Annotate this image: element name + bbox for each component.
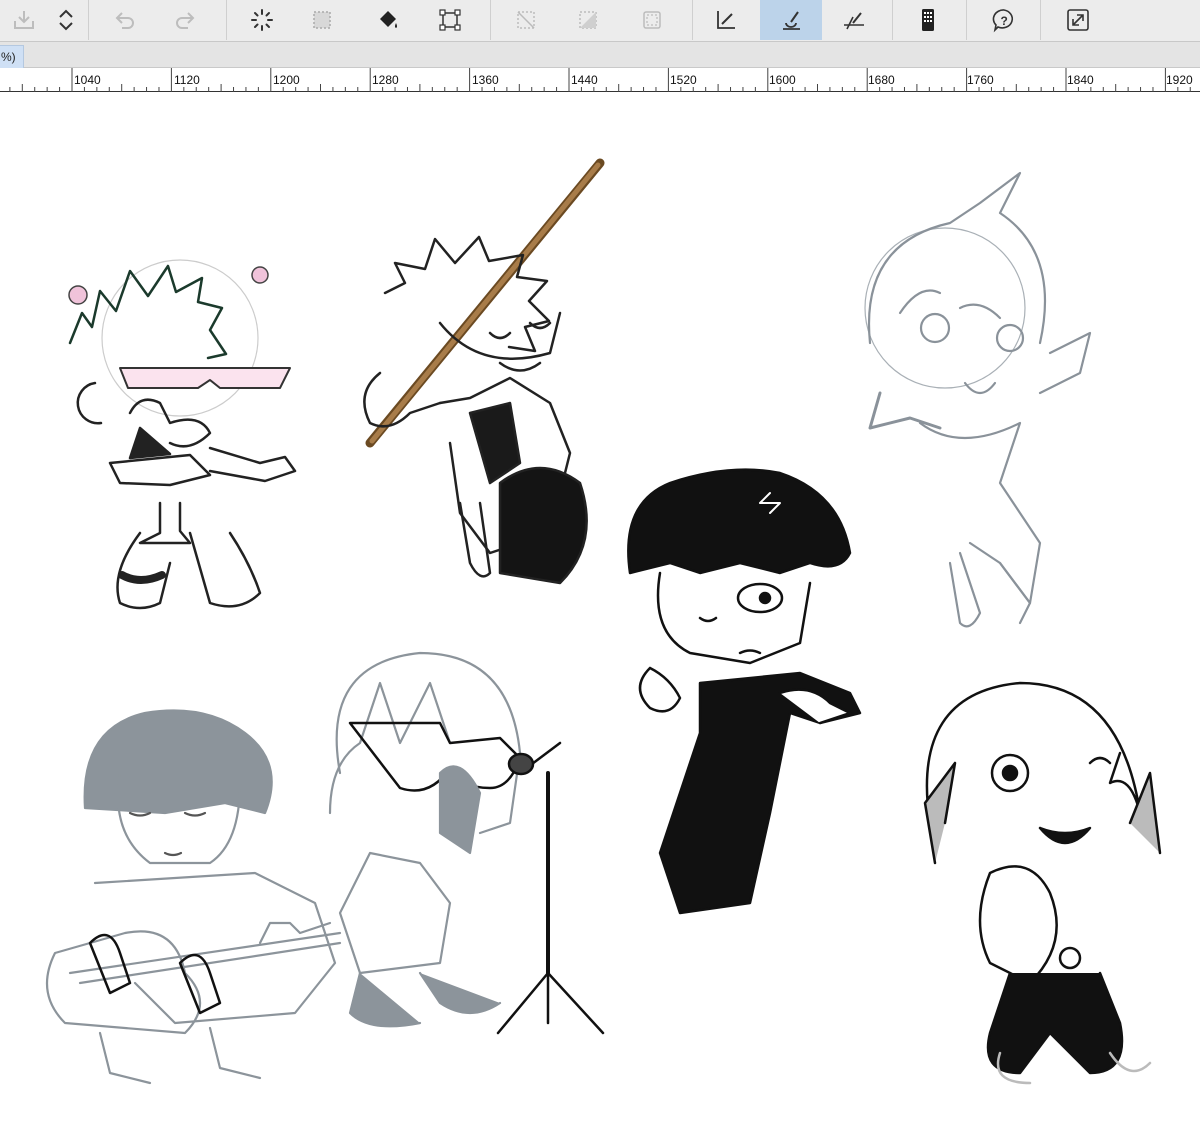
- device-icon: [922, 9, 934, 31]
- sketch-sword-boy: [363, 158, 605, 585]
- help-button[interactable]: ?: [984, 0, 1024, 40]
- ruler-label: 1920: [1166, 73, 1193, 87]
- ruler-label: 1680: [868, 73, 895, 87]
- toolbar-divider: [490, 0, 491, 40]
- processing-button[interactable]: [242, 0, 282, 40]
- updown-arrows-icon: [59, 9, 73, 31]
- canvas-artwork: [45, 158, 1162, 1085]
- perspective-ruler-button[interactable]: [834, 0, 874, 40]
- horizontal-ruler: 1040 1120 1200 1280 1360 1440 1520 1600 …: [0, 68, 1200, 92]
- invert-selection-button[interactable]: [568, 0, 608, 40]
- perspective-ruler-icon: [844, 12, 864, 30]
- toolbar-divider: [892, 0, 893, 40]
- fill-bucket-icon: [380, 11, 397, 28]
- ruler-button[interactable]: [706, 0, 746, 40]
- help-icon: ?: [992, 9, 1014, 33]
- undo-icon: [115, 12, 134, 29]
- document-tab-bar: %): [0, 42, 1200, 68]
- toolbar-divider: [226, 0, 227, 40]
- transform-icon: [439, 9, 461, 31]
- ruler-label: 1760: [967, 73, 994, 87]
- ruler-label: 1040: [74, 73, 101, 87]
- toggle-button[interactable]: [46, 0, 86, 40]
- sketch-gray-girl: [864, 171, 1092, 628]
- sketch-black-hair-boy: [627, 468, 862, 915]
- ruler-pen-icon: [717, 11, 735, 29]
- sketch-smiling-girl: [923, 681, 1162, 1085]
- drawing-canvas[interactable]: [0, 93, 1200, 1135]
- select-all-button[interactable]: [632, 0, 672, 40]
- ruler-label: 1280: [372, 73, 399, 87]
- fill-button[interactable]: [368, 0, 408, 40]
- clear-selection-button[interactable]: [506, 0, 546, 40]
- ruler-label: 1600: [769, 73, 796, 87]
- redo-button[interactable]: [166, 0, 206, 40]
- save-icon: [14, 11, 34, 29]
- document-tab[interactable]: %): [0, 45, 24, 68]
- device-button[interactable]: [908, 0, 948, 40]
- brush-snap-icon: [783, 11, 800, 30]
- toolbar-divider: [692, 0, 693, 40]
- fullscreen-button[interactable]: [1058, 0, 1098, 40]
- ruler-label: 1360: [472, 73, 499, 87]
- sketch-glasses-boy: [68, 259, 297, 610]
- toolbar-divider: [88, 0, 89, 40]
- ruler-label: 1520: [670, 73, 697, 87]
- main-toolbar: ?: [0, 0, 1200, 42]
- svg-text:?: ?: [1001, 14, 1008, 28]
- clear-selection-icon: [517, 11, 535, 29]
- ruler-label: 1200: [273, 73, 300, 87]
- fullscreen-icon: [1067, 9, 1089, 31]
- ruler-label: 1840: [1067, 73, 1094, 87]
- toolbar-divider: [966, 0, 967, 40]
- select-all-icon: [643, 11, 661, 29]
- save-button[interactable]: [4, 0, 44, 40]
- sketch-guitar-boy: [45, 709, 342, 1085]
- ruler-label: 1440: [571, 73, 598, 87]
- invert-selection-icon: [579, 11, 597, 29]
- snap-button[interactable]: [760, 0, 822, 40]
- transform-button[interactable]: [430, 0, 470, 40]
- loading-spinner-icon: [251, 9, 273, 31]
- sketch-singer-girl: [328, 651, 522, 1028]
- ruler-label: 1120: [174, 73, 200, 87]
- mic-stand: [496, 741, 605, 1035]
- toolbar-divider: [1040, 0, 1041, 40]
- selection-button[interactable]: [302, 0, 342, 40]
- redo-icon: [176, 12, 195, 29]
- undo-button[interactable]: [104, 0, 144, 40]
- selection-marquee-icon: [313, 11, 331, 29]
